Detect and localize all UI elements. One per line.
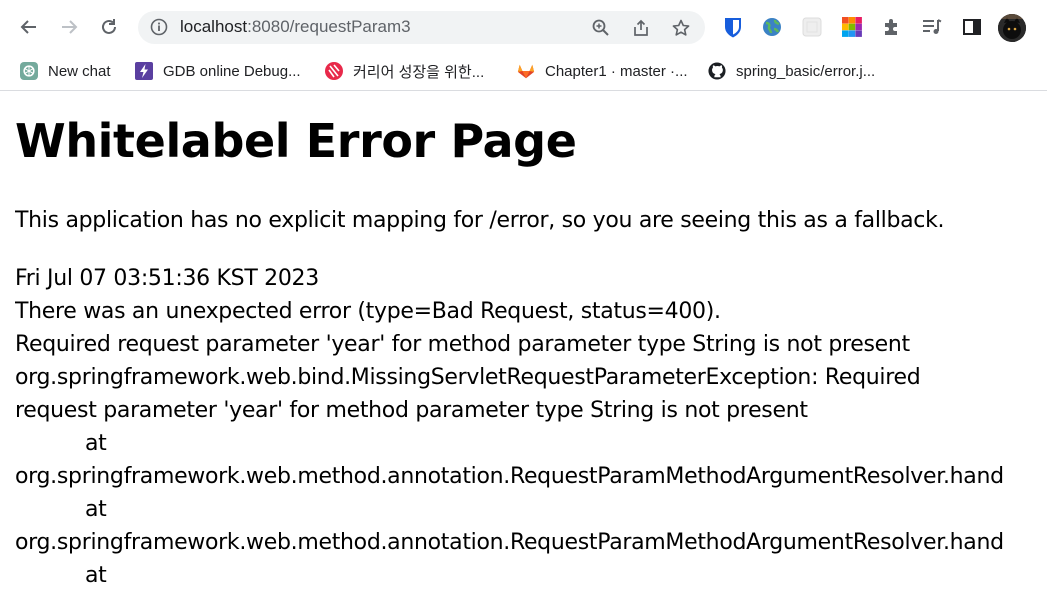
colorful-grid-icon[interactable]	[840, 15, 864, 39]
bookmark-label: GDB online Debug...	[163, 62, 301, 80]
page-content: Whitelabel Error Page This application h…	[15, 91, 1047, 600]
bookmark-label: New chat	[48, 62, 111, 80]
github-icon	[708, 62, 726, 80]
share-icon[interactable]	[628, 15, 654, 41]
gitlab-icon	[517, 62, 535, 80]
error-summary: There was an unexpected error (type=Bad …	[15, 299, 721, 324]
forward-icon[interactable]	[54, 12, 84, 42]
stack-trace-line: org.springframework.web.method.annotatio…	[15, 464, 1004, 489]
career-icon	[325, 62, 343, 80]
stack-trace-line: org.springframework.web.bind.MissingServ…	[15, 365, 921, 390]
bookmark-label: 커리어 성장을 위한...	[353, 63, 485, 81]
back-icon[interactable]	[14, 12, 44, 42]
side-panel-icon[interactable]	[960, 15, 984, 39]
bookmark-gdb-online[interactable]: GDB online Debug...	[135, 58, 301, 84]
bitwarden-icon[interactable]	[721, 15, 745, 39]
globe-extension-icon[interactable]	[760, 15, 784, 39]
zoom-icon[interactable]	[588, 15, 614, 41]
address-bar[interactable]: localhost:8080/requestParam3	[138, 11, 705, 44]
error-timestamp: Fri Jul 07 03:51:36 KST 2023	[15, 266, 319, 291]
url-path: :8080/requestParam3	[247, 17, 411, 36]
site-info-icon[interactable]	[150, 18, 168, 40]
bookmarks-bar: New chat GDB online Debug... 커리어 성장을 위한.…	[0, 55, 1047, 91]
stack-trace-at: at	[85, 431, 107, 456]
bookmark-label: Chapter1 · master ·...	[545, 62, 688, 80]
stack-trace-at: at	[85, 497, 107, 522]
reload-icon[interactable]	[94, 12, 124, 42]
bookmark-github-spring-basic[interactable]: spring_basic/error.j...	[708, 58, 875, 84]
bookmark-gitlab-chapter1[interactable]: Chapter1 · master ·...	[517, 58, 688, 84]
openai-icon	[20, 62, 38, 80]
fallback-description: This application has no explicit mapping…	[15, 208, 945, 233]
page-title: Whitelabel Error Page	[15, 114, 577, 168]
error-details: There was an unexpected error (type=Bad …	[15, 295, 1004, 592]
stack-trace-line: org.springframework.web.method.annotatio…	[15, 530, 1004, 555]
stack-trace-at: at	[85, 563, 107, 588]
url-host: localhost	[180, 17, 248, 36]
stack-trace-line: request parameter 'year' for method para…	[15, 398, 808, 423]
profile-avatar[interactable]	[998, 14, 1026, 42]
url-text[interactable]: localhost:8080/requestParam3	[180, 17, 411, 37]
bookmark-label: spring_basic/error.j...	[736, 62, 876, 80]
media-queue-icon[interactable]	[920, 15, 944, 39]
gdb-icon	[135, 62, 153, 80]
bookmark-career[interactable]: 커리어 성장을 위한...	[325, 58, 484, 84]
error-message: Required request parameter 'year' for me…	[15, 332, 910, 357]
extensions-puzzle-icon[interactable]	[880, 15, 904, 39]
extension-placeholder-icon[interactable]	[800, 15, 824, 39]
bookmark-new-chat[interactable]: New chat	[20, 58, 111, 84]
browser-toolbar: localhost:8080/requestParam3	[0, 0, 1047, 55]
bookmark-star-icon[interactable]	[668, 15, 694, 41]
